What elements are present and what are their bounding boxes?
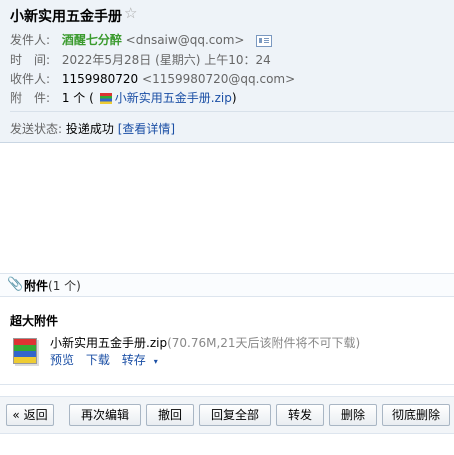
time-value: 2022年5月28日 (星期六) 上午10：24 — [61, 53, 271, 67]
status-detail-link[interactable]: [查看详情] — [118, 122, 175, 136]
attachment-close: ) — [231, 91, 237, 105]
download-link[interactable]: 下载 — [86, 353, 110, 367]
zip-file-icon — [99, 93, 112, 104]
attachment-link[interactable]: 小新实用五金手册.zip — [115, 91, 232, 105]
bottom-toolbar: « 返回 再次编辑 撤回 回复全部 转发 删除 彻底删除 — [0, 396, 454, 434]
attachment-row: 附 件: 1 个 ( 小新实用五金手册.zip) — [10, 89, 237, 106]
status-label: 发送状态: — [10, 122, 63, 136]
to-label: 收件人: — [10, 72, 51, 86]
mail-subject: 小新实用五金手册 — [10, 9, 122, 25]
reedit-button[interactable]: 再次编辑 — [69, 404, 141, 426]
status-row: 发送状态: 投递成功 [查看详情] — [10, 120, 175, 137]
time-label: 时 间: — [10, 53, 51, 67]
attachment-title: 附件 — [24, 279, 49, 293]
content-divider — [0, 384, 454, 385]
zip-archive-icon[interactable] — [13, 338, 37, 364]
attachment-actions: 预览 下载 转存 ▾ — [50, 351, 174, 368]
sender-name[interactable]: 酒醒七分醉 — [62, 33, 122, 47]
attachment-count: 1 个 ( — [61, 91, 94, 105]
attachment-file: 小新实用五金手册.zip(70.76M,21天后该附件将不可下载) — [50, 334, 360, 351]
attachment-section-title: 附件(1 个) — [24, 277, 81, 294]
delete-permanently-button[interactable]: 彻底删除 — [382, 404, 450, 426]
status-value: 投递成功 — [65, 122, 114, 136]
from-label: 发件人: — [10, 33, 51, 47]
save-to-link[interactable]: 转存 ▾ — [122, 353, 166, 367]
attachment-file-name[interactable]: 小新实用五金手册.zip — [50, 336, 167, 350]
recipient-name[interactable]: 1159980720 — [62, 72, 138, 86]
reply-all-button[interactable]: 回复全部 — [199, 404, 271, 426]
star-icon[interactable]: ☆ — [124, 4, 137, 22]
attachment-section-header: 📎 附件(1 个) — [0, 273, 454, 297]
chevron-down-icon: ▾ — [153, 357, 158, 366]
large-attachment-title: 超大附件 — [10, 314, 59, 328]
time-row: 时 间: 2022年5月28日 (星期六) 上午10：24 — [10, 51, 271, 68]
paperclip-icon: 📎 — [7, 277, 24, 292]
forward-button[interactable]: 转发 — [276, 404, 324, 426]
mail-header: 小新实用五金手册 ☆ 发件人: 酒醒七分醉 <dnsaiw@qq.com> 时 … — [0, 0, 454, 143]
recipient-address: <1159980720@qq.com> — [142, 72, 296, 86]
attachment-label: 附 件: — [10, 91, 51, 105]
from-row: 发件人: 酒醒七分醉 <dnsaiw@qq.com> — [10, 31, 273, 48]
attachment-file-meta: (70.76M,21天后该附件将不可下载) — [167, 336, 361, 350]
preview-link[interactable]: 预览 — [50, 353, 74, 367]
save-to-label: 转存 — [121, 353, 146, 367]
recall-button[interactable]: 撤回 — [146, 404, 194, 426]
sender-address: <dnsaiw@qq.com> — [125, 33, 245, 47]
delete-button[interactable]: 删除 — [329, 404, 377, 426]
to-row: 收件人: 1159980720 <1159980720@qq.com> — [10, 70, 295, 87]
contact-card-icon[interactable] — [256, 34, 273, 47]
back-button[interactable]: « 返回 — [6, 404, 54, 426]
header-divider — [10, 111, 454, 112]
attachment-section-count: (1 个) — [48, 279, 81, 293]
